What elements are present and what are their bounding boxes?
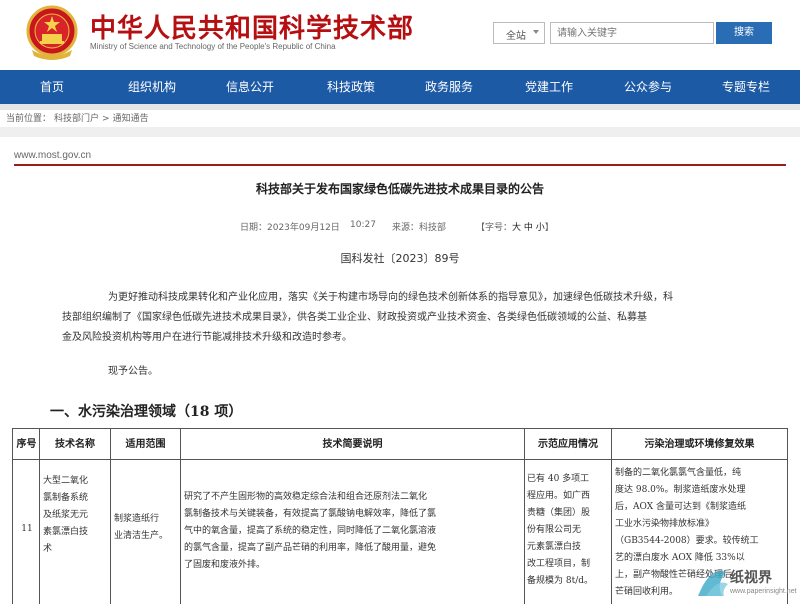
watermark-url: www.paperinsight.net [730,588,797,595]
nav-item-party[interactable]: 党建工作 [525,70,573,104]
col-divider [611,429,612,604]
nav-item-services[interactable]: 政务服务 [425,70,473,104]
search-scope-select[interactable]: 全站 [493,22,545,44]
cell-no: 11 [21,524,33,534]
cell-line: 后，AOX 含量可达到《制浆造纸 [615,502,746,512]
header-rule [14,164,786,166]
cell-line: 备规模为 8t/d。 [527,576,593,586]
site-title[interactable]: 中华人民共和国科学技术部 [90,8,414,45]
national-emblem-icon[interactable] [26,4,78,62]
cell-line: 了固废和废液外排。 [184,560,266,570]
th-no: 序号 [16,439,37,450]
th-description: 技术简要说明 [322,439,383,450]
cell-line: 及纸浆无元 [43,510,89,520]
article-source: 来源：科技部 [392,223,447,233]
nav-divider [0,104,800,110]
breadcrumb-link-portal[interactable]: 科技部门户 [54,114,99,124]
font-size-control: 【字号：大 中 小】 [476,220,554,233]
cell-line: 工业水污染物排放标准》 [615,519,715,529]
cell-tech-name: 大型二氧化 氯制备系统 及纸浆无元 素氯漂白技 术 [43,473,109,558]
article-date: 日期：2023年09月12日 [240,223,340,233]
cell-line: 已有 40 多项工 [527,474,590,484]
cell-line: 制备的二氧化氯氯气含量低，纯 [615,468,742,478]
chevron-down-icon [533,30,539,34]
nav-item-public[interactable]: 公众参与 [624,70,672,104]
search-button[interactable]: 搜索 [716,22,772,44]
nav-item-topics[interactable]: 专题专栏 [722,70,770,104]
document-number: 国科发社〔2023〕89号 [340,252,460,265]
search-scope-label: 全站 [506,31,526,42]
cell-line: 份有限公司无 [527,525,582,535]
breadcrumb-separator: > [102,114,110,124]
col-divider [110,429,111,604]
nav-item-policy[interactable]: 科技政策 [327,70,375,104]
th-scope: 适用范围 [125,439,166,450]
cell-line: 研究了不产生固形物的高效稳定综合法和组合还原剂法二氧化 [184,492,428,502]
article-title: 科技部关于发布国家绿色低碳先进技术成果目录的公告 [255,182,544,196]
cell-line: 元素氯漂白技 [527,542,582,552]
body-line-2: 技部组织编制了《国家绿色低碳先进技术成果目录》，供各类工业企业、财政投资或产业技… [62,312,647,323]
nav-item-info-disclosure[interactable]: 信息公开 [226,70,274,104]
search-input[interactable] [550,22,714,44]
th-effect: 污染治理或环境修复效果 [644,439,755,450]
cell-line: 业清洁生产。 [114,531,169,541]
cell-line: 气中的氧含量，提高了系统的稳定性，同时降低了二氧化氯溶液 [184,526,437,536]
th-demo: 示范应用情况 [538,439,598,450]
cell-demo: 已有 40 多项工 程应用。如广西 贵糖（集团）股 份有限公司无 元素氯漂白技 … [527,471,611,590]
breadcrumb-label: 当前位置： [6,114,52,124]
font-size-options[interactable]: 大 中 小 [512,223,545,233]
site-subtitle: Ministry of Science and Technology of th… [90,42,336,51]
font-size-label: 【字号： [476,223,513,233]
cell-line: 度达 98.0%。制浆造纸废水处理 [615,485,746,495]
cell-line: 制浆造纸行 [114,514,160,524]
cell-line: 大型二氧化 [43,476,89,486]
content-divider [0,127,800,137]
cell-line: 素氯漂白技 [43,527,89,537]
col-divider [180,429,181,604]
table-border-left [12,429,13,604]
cell-line: 的氯气含量，提高了副产品芒硝的利用率，降低了酸用量，避免 [184,543,437,553]
main-nav: 首页 组织机构 信息公开 科技政策 政务服务 党建工作 公众参与 专题专栏 [0,70,800,104]
body-line-3: 金及风险投资机构等用户在进行节能减排技术升级和改造时参考。 [62,332,352,343]
nav-item-organization[interactable]: 组织机构 [128,70,176,104]
tech-table: 序号 技术名称 适用范围 技术简要说明 示范应用情况 污染治理或环境修复效果 1… [12,428,788,604]
site-domain: www.most.gov.cn [14,150,92,161]
nav-item-home[interactable]: 首页 [40,70,64,104]
body-line-1: 为更好推动科技成果转化和产业化应用，落实《关于构建市场导向的绿色技术创新体系的指… [108,292,673,303]
article-time: 10:27 [350,220,376,230]
breadcrumb: 当前位置： 科技部门户 > 通知通告 [6,111,152,124]
cell-line: 改工程项目，制 [527,559,591,569]
col-divider [524,429,525,604]
notice-text: 现予公告。 [108,366,158,377]
col-divider [39,429,40,604]
watermark-text: 纸视界 [730,570,772,586]
section-heading: 一、水污染治理领域（18 项） [50,404,243,420]
site-header: 中华人民共和国科学技术部 Ministry of Science and Tec… [0,0,800,70]
cell-line: 贵糖（集团）股 [527,508,591,518]
cell-line: 术 [43,544,53,554]
cell-description: 研究了不产生固形物的高效稳定综合法和组合还原剂法二氧化 氯制备技术与关键装备，有… [184,489,522,574]
font-size-end: 】 [544,223,554,233]
cell-line: 氯制备系统 [43,493,89,503]
cell-line: 程应用。如广西 [527,491,591,501]
cell-line: 氯制备技术与关键装备，有效提高了氯酸钠电解效率，降低了氯 [184,509,437,519]
cell-line: （GB3544-2008）要求。较传统工 [615,536,759,546]
th-tech-name: 技术名称 [55,439,95,450]
breadcrumb-link-notices[interactable]: 通知通告 [113,114,149,124]
cell-scope: 制浆造纸行 业清洁生产。 [114,511,180,545]
